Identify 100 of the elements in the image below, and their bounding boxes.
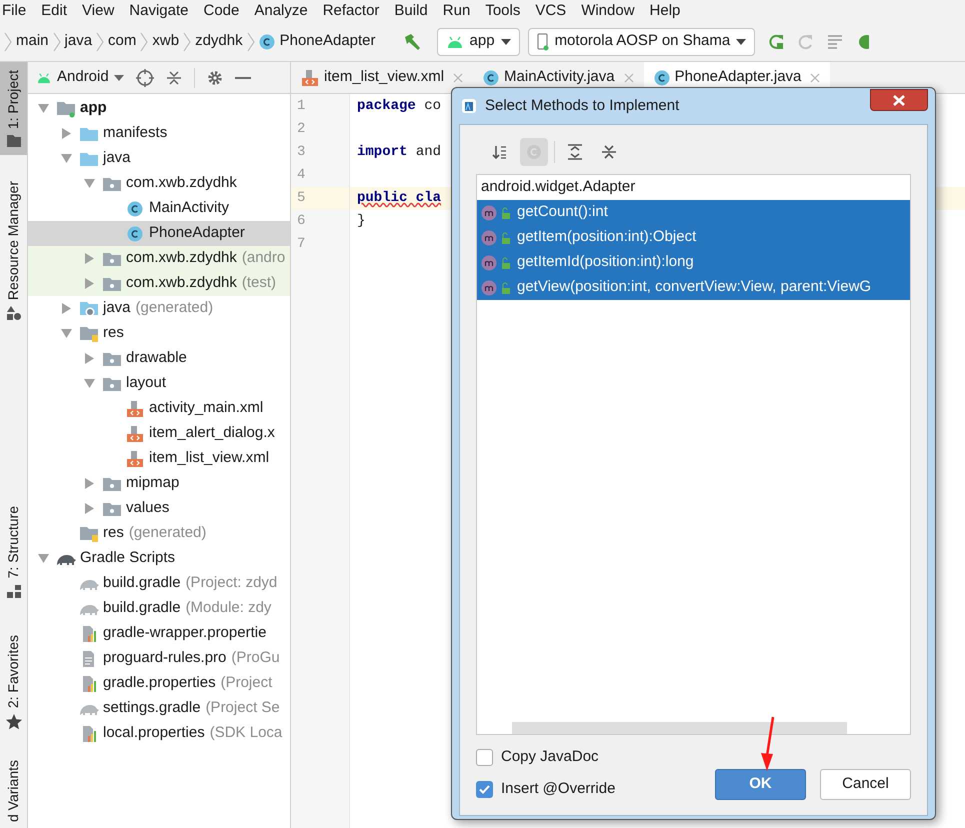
- collapsed-arrow-icon[interactable]: [84, 353, 94, 364]
- menu-item[interactable]: Run: [442, 0, 470, 22]
- collapsed-arrow-icon[interactable]: [84, 253, 94, 264]
- tree-item[interactable]: settings.gradle (Project Se: [28, 696, 290, 721]
- close-button[interactable]: [870, 89, 928, 111]
- code-text: }: [357, 212, 366, 231]
- checkbox[interactable]: [476, 748, 493, 766]
- tree-item[interactable]: PhoneAdapter: [28, 221, 290, 246]
- method-row[interactable]: getCount():int: [477, 200, 910, 225]
- tool-window-tab[interactable]: 2: Favorites: [0, 626, 27, 738]
- menu-item[interactable]: Window: [581, 0, 635, 22]
- menu-item[interactable]: Analyze: [254, 0, 308, 22]
- tree-label: mipmap: [126, 473, 180, 494]
- tool-window-tab[interactable]: d Variants: [0, 752, 27, 828]
- app-logo-icon: [461, 98, 477, 114]
- tab-label: PhoneAdapter.java: [674, 67, 802, 88]
- tree-item[interactable]: gradle-wrapper.propertie: [28, 621, 290, 646]
- breadcrumb-item[interactable]: zdydhk: [195, 30, 243, 53]
- tree-item[interactable]: gradle.properties (Project: [28, 671, 290, 696]
- tree-item[interactable]: com.xwb.zdydhk (test): [28, 271, 290, 296]
- tree-item[interactable]: com.xwb.zdydhk (andro: [28, 246, 290, 271]
- cancel-button[interactable]: Cancel: [820, 769, 911, 800]
- tree-label: gradle-wrapper.propertie: [103, 623, 266, 644]
- tree-hint: (andro: [242, 248, 286, 268]
- tree-item[interactable]: app: [28, 96, 290, 121]
- tree-item[interactable]: Gradle Scripts: [28, 546, 290, 571]
- tree-item[interactable]: drawable: [28, 346, 290, 371]
- run-config-dropdown[interactable]: app: [436, 28, 520, 56]
- menu-item[interactable]: Code: [203, 0, 240, 22]
- expanded-arrow-icon[interactable]: [38, 553, 48, 564]
- tree-hint: (generated): [128, 523, 206, 544]
- collapse-icon[interactable]: [166, 70, 182, 86]
- menu-item[interactable]: Edit: [41, 0, 68, 22]
- code-text: import: [357, 143, 408, 162]
- menu-item[interactable]: Help: [650, 0, 680, 22]
- settings-icon[interactable]: [206, 70, 223, 86]
- target-icon[interactable]: [136, 68, 154, 86]
- tree-item[interactable]: res: [28, 321, 290, 346]
- tree-hint: (Project: zdyd: [186, 573, 278, 594]
- method-signature: getCount():int: [517, 202, 608, 222]
- tool-window-tab[interactable]: 1: Project: [0, 62, 27, 156]
- menu-item[interactable]: Refactor: [322, 0, 380, 22]
- tool-window-tab[interactable]: Resource Manager: [0, 173, 27, 328]
- close-icon[interactable]: [453, 72, 464, 82]
- expanded-arrow-icon[interactable]: [60, 328, 72, 339]
- horizontal-scrollbar[interactable]: [512, 722, 847, 734]
- minimize-icon[interactable]: [234, 76, 251, 80]
- checkbox[interactable]: [476, 780, 493, 798]
- menu-item[interactable]: File: [2, 0, 26, 22]
- breadcrumb-item[interactable]: com: [108, 30, 136, 53]
- collapsed-arrow-icon[interactable]: [84, 503, 94, 514]
- ok-button[interactable]: OK: [715, 769, 806, 800]
- tree-item[interactable]: local.properties (SDK Loca: [28, 721, 290, 746]
- tree-item[interactable]: MainActivity: [28, 196, 290, 221]
- tree-item[interactable]: java (generated): [28, 296, 290, 321]
- editor-tab[interactable]: item_list_view.xml: [291, 62, 474, 93]
- collapsed-arrow-icon[interactable]: [84, 278, 94, 289]
- expanded-arrow-icon[interactable]: [60, 153, 72, 164]
- properties-file-icon: [80, 624, 98, 642]
- tree-item[interactable]: res (generated): [28, 521, 290, 546]
- tree-hint: (Module: zdy: [186, 598, 272, 618]
- expanded-arrow-icon[interactable]: [38, 103, 48, 114]
- tree-item[interactable]: activity_main.xml: [28, 396, 290, 421]
- close-icon: [892, 94, 906, 106]
- breadcrumb-item[interactable]: PhoneAdapter: [280, 30, 376, 53]
- tree-item[interactable]: com.xwb.zdydhk: [28, 171, 290, 196]
- line-number: 6: [297, 212, 306, 231]
- menu-item[interactable]: Navigate: [129, 0, 188, 22]
- tree-item[interactable]: item_alert_dialog.x: [28, 421, 290, 446]
- tree-item[interactable]: values: [28, 496, 290, 521]
- tree-item[interactable]: item_list_view.xml: [28, 446, 290, 471]
- method-row[interactable]: getView(position:int, convertView:View, parent:ViewG: [477, 275, 910, 300]
- method-row[interactable]: getItemId(position:int):long: [477, 250, 910, 275]
- tree-item[interactable]: java: [28, 146, 290, 171]
- menu-item[interactable]: Tools: [485, 0, 520, 22]
- menu-item[interactable]: Build: [394, 0, 428, 22]
- breadcrumb-item[interactable]: xwb: [152, 30, 180, 53]
- tree-item[interactable]: build.gradle (Project: zdyd: [28, 571, 290, 596]
- tool-window-tab[interactable]: 7: Structure: [0, 498, 27, 607]
- collapsed-arrow-icon[interactable]: [84, 478, 94, 489]
- editor-tab[interactable]: MainActivity.java: [473, 62, 644, 93]
- tree-item[interactable]: manifests: [28, 121, 290, 146]
- menu-item[interactable]: View: [82, 0, 114, 22]
- method-row[interactable]: getItem(position:int):Object: [477, 225, 910, 250]
- close-icon[interactable]: [810, 72, 820, 82]
- expanded-arrow-icon[interactable]: [84, 178, 94, 189]
- rerun-icon[interactable]: [767, 32, 786, 50]
- tree-item[interactable]: layout: [28, 371, 290, 396]
- breadcrumb-item[interactable]: java: [64, 30, 92, 53]
- menu-item[interactable]: VCS: [535, 0, 566, 22]
- expanded-arrow-icon[interactable]: [84, 378, 94, 389]
- tree-item[interactable]: build.gradle (Module: zdy: [28, 596, 290, 621]
- collapsed-arrow-icon[interactable]: [60, 128, 72, 139]
- breadcrumb-item[interactable]: main: [16, 30, 49, 53]
- close-icon[interactable]: [624, 72, 634, 82]
- collapsed-arrow-icon[interactable]: [60, 303, 72, 314]
- line-number: 3: [297, 143, 306, 162]
- tree-item[interactable]: proguard-rules.pro (ProGu: [28, 646, 290, 671]
- tree-item[interactable]: mipmap: [28, 471, 290, 496]
- device-dropdown[interactable]: motorola AOSP on Shama: [528, 28, 756, 56]
